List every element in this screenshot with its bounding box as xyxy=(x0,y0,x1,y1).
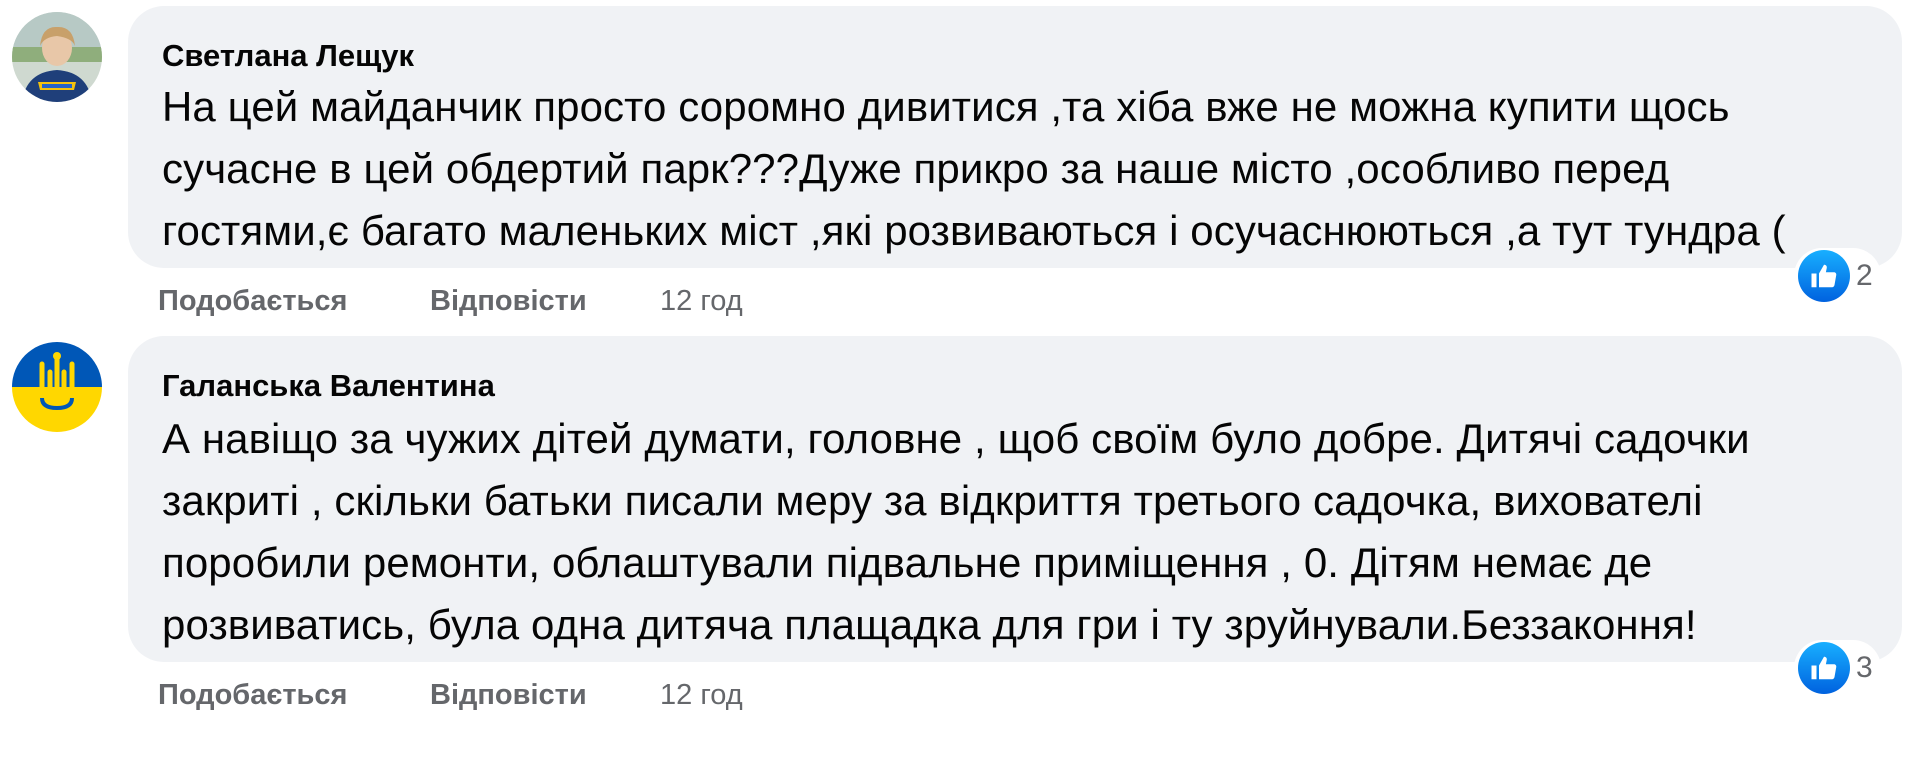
reaction-summary[interactable]: 2 xyxy=(1794,248,1881,304)
thumbs-up-icon xyxy=(1798,250,1850,302)
comment-text-line: На цей майданчик просто соромно дивитися… xyxy=(162,83,1730,130)
comment-text-line: закриті , скільки батьки писали меру за … xyxy=(162,477,1703,524)
ukraine-trident-avatar-icon xyxy=(12,342,102,432)
comment-text-line: А навіщо за чужих дітей думати, головне … xyxy=(162,415,1750,462)
comment-2-actions: Подобається Відповісти 12 год xyxy=(158,678,858,718)
comment-2-avatar[interactable] xyxy=(12,342,102,432)
comment-author[interactable]: Светлана Лещук xyxy=(162,38,414,74)
user-photo-avatar-icon xyxy=(12,12,102,102)
comment-1-bubble: Светлана Лещук На цей майданчик просто с… xyxy=(128,6,1902,268)
comment-author[interactable]: Галанська Валентина xyxy=(162,368,495,404)
reaction-count: 2 xyxy=(1856,259,1873,292)
comment-text-line: сучасне в цей обдертий парк???Дуже прикр… xyxy=(162,145,1670,192)
reply-action[interactable]: Відповісти xyxy=(430,284,587,318)
comment-timestamp[interactable]: 12 год xyxy=(660,678,743,712)
thumbs-up-icon xyxy=(1798,642,1850,694)
like-action[interactable]: Подобається xyxy=(158,678,347,712)
reaction-count: 3 xyxy=(1856,651,1873,684)
comment-text-line: розвиватись, була одна дитяча плащадка д… xyxy=(162,601,1697,648)
comment-text-line: поробили ремонти, облаштували підвальне … xyxy=(162,539,1653,586)
comment-1-avatar[interactable] xyxy=(12,12,102,102)
comment-1-actions: Подобається Відповісти 12 год xyxy=(158,284,858,324)
comment-2-bubble: Галанська Валентина А навіщо за чужих ді… xyxy=(128,336,1902,662)
reaction-summary[interactable]: 3 xyxy=(1794,640,1881,696)
reply-action[interactable]: Відповісти xyxy=(430,678,587,712)
like-action[interactable]: Подобається xyxy=(158,284,347,318)
comment-timestamp[interactable]: 12 год xyxy=(660,284,743,318)
comment-text-line: гостями,є багато маленьких міст ,які роз… xyxy=(162,207,1786,254)
